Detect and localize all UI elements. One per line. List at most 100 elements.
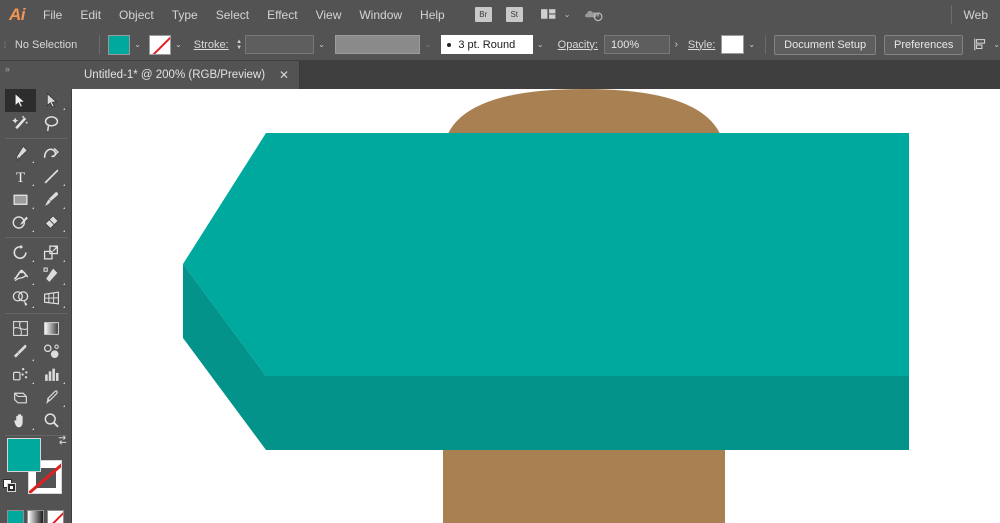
swap-fill-stroke-icon[interactable] [56,434,69,447]
hand-tool[interactable] [5,409,36,432]
tool-separator-1 [5,138,67,139]
document-tab-title: Untitled-1* @ 200% (RGB/Preview) [84,69,266,81]
line-segment-tool[interactable] [36,165,67,188]
artwork-group [183,89,909,523]
slice-tool[interactable] [36,386,67,409]
color-mode-button[interactable] [7,510,24,523]
fill-color-swatch[interactable] [108,34,131,55]
tool-group-corner-icon [32,184,34,186]
bridge-button[interactable]: Br [474,7,492,22]
brush-chevron-down-icon[interactable]: ⌄ [533,35,548,55]
eyedropper-tool[interactable] [5,340,36,363]
graphic-style-swatch[interactable] [721,35,745,54]
control-bar-grip[interactable]: ⁞ [0,29,9,61]
eraser-tool[interactable] [36,211,67,234]
shape-builder-tool[interactable] [5,287,36,310]
free-transform-tool[interactable] [36,264,67,287]
type-tool[interactable]: T [5,165,36,188]
stroke-color-swatch[interactable] [149,34,171,55]
control-divider-2 [765,35,767,54]
sync-cloud-icon[interactable] [584,7,604,22]
menu-edit[interactable]: Edit [71,0,110,29]
tools-grid: T [5,89,67,439]
rotate-tool[interactable] [5,241,36,264]
menu-bar: Ai File Edit Object Type Select Effect V… [0,0,1000,29]
align-objects-icon[interactable] [973,37,989,52]
paintbrush-tool[interactable] [36,188,67,211]
pen-tool[interactable] [5,142,36,165]
default-fill-stroke-icon[interactable] [3,479,17,493]
tool-group-corner-icon [63,108,65,110]
gradient-mode-button[interactable] [27,510,44,523]
stroke-weight-label: Stroke: [193,38,229,51]
gradient-tool[interactable] [36,317,67,340]
curvature-tool[interactable] [36,142,67,165]
close-icon[interactable]: ✕ [279,69,289,81]
magic-wand-tool[interactable] [5,112,36,135]
menu-object[interactable]: Object [110,0,163,29]
column-graph-tool[interactable] [36,363,67,386]
arrange-documents-icon[interactable] [538,7,560,23]
stroke-weight-chevron-down-icon[interactable]: ⌄ [314,35,329,55]
menu-type[interactable]: Type [163,0,207,29]
document-canvas[interactable] [72,89,1000,523]
shaper-tool[interactable] [5,211,36,234]
brush-definition-input[interactable]: 3 pt. Round [441,35,533,54]
arrange-chevron-down-icon[interactable]: ⌄ [564,10,571,19]
align-chevron-down-icon[interactable]: ⌄ [993,40,1000,49]
stroke-weight-input[interactable] [244,35,315,54]
tool-group-corner-icon [32,283,34,285]
app-logo: Ai [9,4,26,24]
opacity-input[interactable]: 100% [603,35,670,54]
tab-bar-panel-zone: » [0,61,72,89]
menu-select[interactable]: Select [207,0,258,29]
opacity-label: Opacity: [557,38,598,51]
fill-color-box[interactable] [7,438,41,472]
stroke-chevron-down-icon[interactable]: ⌄ [171,35,186,55]
fill-stroke-controls [3,435,67,500]
mesh-tool[interactable] [5,317,36,340]
variable-width-chevron-down-icon[interactable]: ⌄ [420,35,435,55]
control-bar: ⁞ No Selection ⌄ ⌄ Stroke: ▲ ▼ ⌄ ⌄ 3 pt. … [0,29,1000,61]
document-setup-button[interactable]: Document Setup [774,34,877,55]
artboard-tool[interactable] [5,386,36,409]
tool-separator-3 [5,313,67,314]
teal-arrow-light-face [183,133,909,376]
width-tool[interactable] [5,264,36,287]
rectangle-tool[interactable] [5,188,36,211]
style-chevron-down-icon[interactable]: ⌄ [744,35,759,55]
selection-tool[interactable] [5,89,36,112]
stock-button[interactable]: St [505,7,523,22]
menu-help[interactable]: Help [411,0,454,29]
document-tab[interactable]: Untitled-1* @ 200% (RGB/Preview) ✕ [72,61,301,89]
zoom-tool[interactable] [36,409,67,432]
blend-tool[interactable] [36,340,67,363]
stroke-weight-stepper[interactable]: ▲ ▼ [234,35,245,55]
tool-group-corner-icon [32,230,34,232]
direct-selection-tool[interactable] [36,89,67,112]
selection-status: No Selection [14,38,78,51]
perspective-grid-tool[interactable] [36,287,67,310]
symbol-sprayer-tool[interactable] [5,363,36,386]
tool-group-corner-icon [63,405,65,407]
tool-group-corner-icon [32,207,34,209]
menu-view[interactable]: View [307,0,351,29]
tool-group-corner-icon [63,207,65,209]
style-label: Style: [687,38,716,51]
scale-tool[interactable] [36,241,67,264]
opacity-expand-icon[interactable]: › [675,39,678,50]
menu-window[interactable]: Window [350,0,411,29]
toolbar-grip[interactable]: » [5,64,10,74]
tool-group-corner-icon [32,382,34,384]
variable-width-profile-input[interactable] [335,35,421,54]
workspace-switcher[interactable]: Web [964,0,988,29]
preferences-button[interactable]: Preferences [884,34,964,55]
menu-effect[interactable]: Effect [258,0,306,29]
tool-group-corner-icon [32,428,34,430]
tool-separator-2 [5,237,67,238]
fill-chevron-down-icon[interactable]: ⌄ [130,35,145,55]
menu-file[interactable]: File [34,0,71,29]
tools-panel: T [0,89,72,523]
none-mode-button[interactable] [47,510,64,523]
lasso-tool[interactable] [36,112,67,135]
